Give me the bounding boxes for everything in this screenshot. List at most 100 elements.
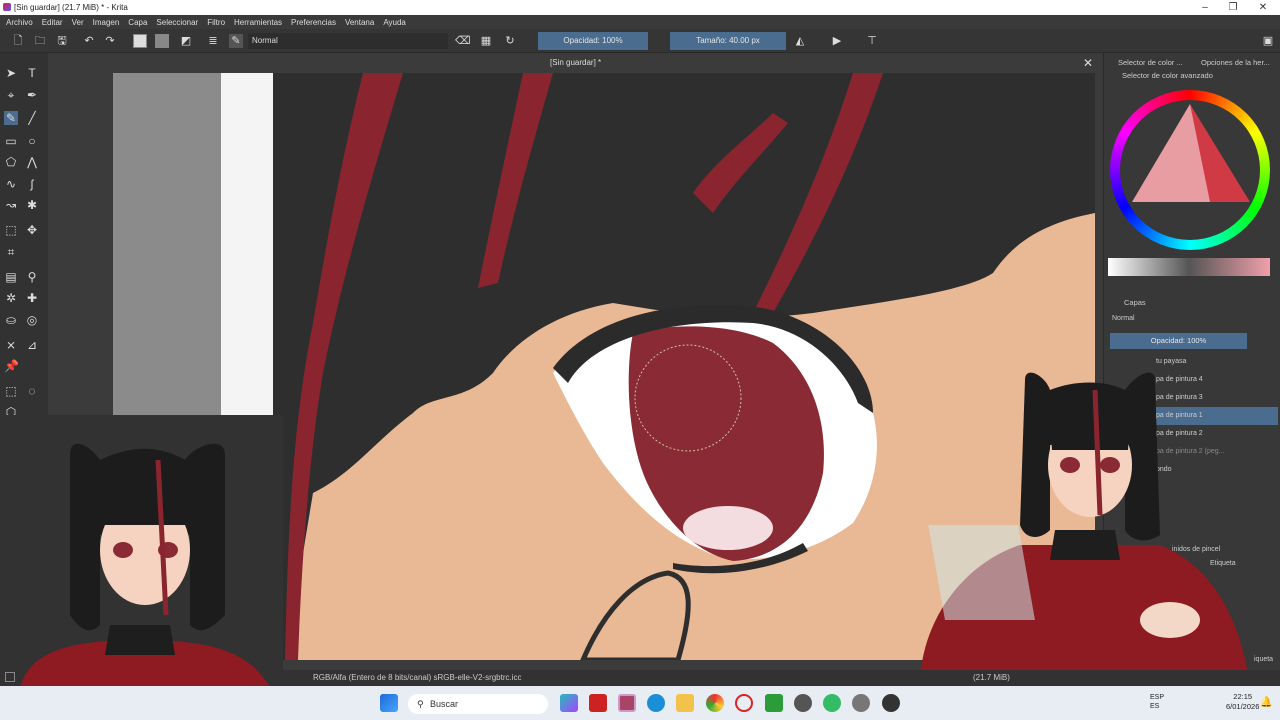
layers-blend-mode[interactable]: Normal: [1112, 315, 1135, 322]
rectangle-tool-icon[interactable]: ▭: [4, 134, 18, 148]
obs-red-icon[interactable]: [735, 694, 753, 712]
wrap-around-icon[interactable]: ⊤: [865, 34, 879, 48]
memory-status: (21.7 MiB): [973, 673, 1010, 682]
krita-taskbar-icon[interactable]: [618, 694, 636, 712]
freehand-brush-icon[interactable]: ✎: [4, 111, 18, 125]
color-shade-strip[interactable]: [1108, 258, 1270, 276]
blend-mode-select[interactable]: Normal: [248, 33, 448, 49]
edge-icon[interactable]: [647, 694, 665, 712]
mirror-vertical-icon[interactable]: ▶: [830, 34, 844, 48]
fill-tool-icon[interactable]: ⛀: [4, 313, 18, 327]
obs-icon[interactable]: [882, 694, 900, 712]
enclose-fill-icon[interactable]: ◎: [25, 313, 39, 327]
menu-preferencias[interactable]: Preferencias: [291, 18, 336, 27]
app-green-icon[interactable]: [823, 694, 841, 712]
language-indicator[interactable]: ESP ES: [1150, 693, 1164, 711]
color-picker-icon[interactable]: ⚲: [25, 270, 39, 284]
menu-editar[interactable]: Editar: [42, 18, 63, 27]
alpha-lock-icon[interactable]: ▦: [479, 34, 493, 48]
windows-taskbar: [0, 686, 1280, 720]
polyline-tool-icon[interactable]: ⋀: [25, 155, 39, 169]
line-tool-icon[interactable]: ╱: [25, 111, 39, 125]
layer-name: tu payasa: [1156, 358, 1187, 365]
color-wheel[interactable]: [1110, 90, 1270, 250]
restore-button[interactable]: ❐: [1218, 0, 1248, 15]
mirror-horizontal-icon[interactable]: ◭: [793, 34, 807, 48]
menu-ver[interactable]: Ver: [72, 18, 84, 27]
menu-ayuda[interactable]: Ayuda: [383, 18, 406, 27]
open-folder-icon[interactable]: 🗀: [33, 34, 47, 48]
dynamic-brush-icon[interactable]: ↝: [4, 198, 18, 212]
status-bar: RGB/Alfa (Entero de 8 bits/canal) sRGB-e…: [283, 670, 1280, 686]
clock-time: 22:15: [1233, 692, 1253, 701]
redo-icon[interactable]: ↷: [103, 34, 117, 48]
gradient-icon[interactable]: [155, 34, 169, 48]
gradient-tool-icon[interactable]: ▤: [4, 270, 18, 284]
copilot-icon[interactable]: [560, 694, 578, 712]
polygon-tool-icon[interactable]: ⬠: [4, 155, 18, 169]
minimize-button[interactable]: –: [1190, 0, 1220, 15]
taskbar-clock[interactable]: 22:15 6/01/2026: [1226, 692, 1259, 712]
bezier-tool-icon[interactable]: ∿: [4, 177, 18, 191]
spreadsheet-icon[interactable]: [765, 694, 783, 712]
text-tool-icon[interactable]: T: [25, 66, 39, 80]
measure-tool-icon[interactable]: ⊿: [25, 338, 39, 352]
layers-opacity-slider[interactable]: Opacidad: 100%: [1110, 333, 1247, 349]
size-slider[interactable]: Tamaño: 40.00 px: [670, 32, 786, 50]
menu-imagen[interactable]: Imagen: [93, 18, 120, 27]
color-triangle[interactable]: [1110, 90, 1270, 250]
window-titlebar: [Sin guardar] (21.7 MiB) * - Krita – ❐ ✕: [0, 0, 1280, 15]
calligraphy-icon[interactable]: ✒: [25, 88, 39, 102]
app-red-icon[interactable]: [589, 694, 607, 712]
transform-tool-icon[interactable]: ⬚: [4, 223, 18, 237]
close-document-icon[interactable]: ✕: [1083, 56, 1093, 70]
menu-capa[interactable]: Capa: [128, 18, 147, 27]
ellipse-tool-icon[interactable]: ○: [25, 134, 39, 148]
tab-color-selector[interactable]: Selector de color ...: [1118, 58, 1183, 67]
tab-tool-options[interactable]: Opciones de la her...: [1201, 58, 1270, 67]
colorspace-status: RGB/Alfa (Entero de 8 bits/canal) sRGB-e…: [313, 673, 522, 682]
menu-seleccionar[interactable]: Seleccionar: [156, 18, 198, 27]
menu-herramientas[interactable]: Herramientas: [234, 18, 282, 27]
brush-preset-icon[interactable]: ✎: [229, 34, 243, 48]
ellipse-select-icon[interactable]: ◌: [25, 384, 39, 398]
eraser-icon[interactable]: ⌫: [455, 34, 471, 48]
swap-colors-icon[interactable]: ◩: [179, 34, 193, 48]
rect-select-icon[interactable]: ⬚: [4, 384, 18, 398]
smart-patch-icon[interactable]: ✚: [25, 291, 39, 305]
reload-preset-icon[interactable]: ↻: [503, 34, 517, 48]
multibrush-icon[interactable]: ✱: [25, 198, 39, 212]
notifications-icon[interactable]: 🔔: [1260, 697, 1272, 708]
freehand-path-icon[interactable]: ʃ: [25, 177, 39, 191]
save-icon[interactable]: 🖫: [55, 34, 69, 48]
file-explorer-icon[interactable]: [676, 694, 694, 712]
select-shapes-icon[interactable]: ➤: [4, 66, 18, 80]
reference-tool-icon[interactable]: 📌: [4, 359, 19, 373]
chrome-icon[interactable]: [706, 694, 724, 712]
menu-ventana[interactable]: Ventana: [345, 18, 374, 27]
foreground-pattern-icon[interactable]: [133, 34, 147, 48]
undo-icon[interactable]: ↶: [82, 34, 96, 48]
opacity-slider[interactable]: Opacidad: 100%: [538, 32, 648, 50]
canvas-only-toggle-icon[interactable]: [5, 672, 15, 682]
menu-filtro[interactable]: Filtro: [207, 18, 225, 27]
brush-settings-icon[interactable]: ≣: [206, 34, 220, 48]
new-document-icon[interactable]: 🗋: [11, 34, 25, 48]
assistant-tool-icon[interactable]: ⨯: [4, 338, 18, 352]
edit-shapes-icon[interactable]: ⌖: [4, 88, 18, 102]
start-menu-icon[interactable]: [380, 694, 398, 712]
colorize-mask-icon[interactable]: ✲: [4, 291, 18, 305]
settings-icon[interactable]: [852, 694, 870, 712]
avatar-overlay-left: [0, 415, 283, 687]
search-label: Buscar: [430, 699, 459, 709]
workspace-icon[interactable]: ▣: [1261, 34, 1275, 48]
move-tool-icon[interactable]: ✥: [25, 223, 39, 237]
avatar-eye-right-right: [1100, 457, 1120, 473]
crop-tool-icon[interactable]: ⌗: [4, 245, 18, 259]
gray-border-strip: [113, 73, 221, 418]
menu-archivo[interactable]: Archivo: [6, 18, 33, 27]
close-window-button[interactable]: ✕: [1248, 0, 1278, 15]
taskbar-search[interactable]: Buscar: [408, 694, 548, 714]
search-icon: ⚲: [417, 699, 424, 709]
app-gear-icon[interactable]: [794, 694, 812, 712]
